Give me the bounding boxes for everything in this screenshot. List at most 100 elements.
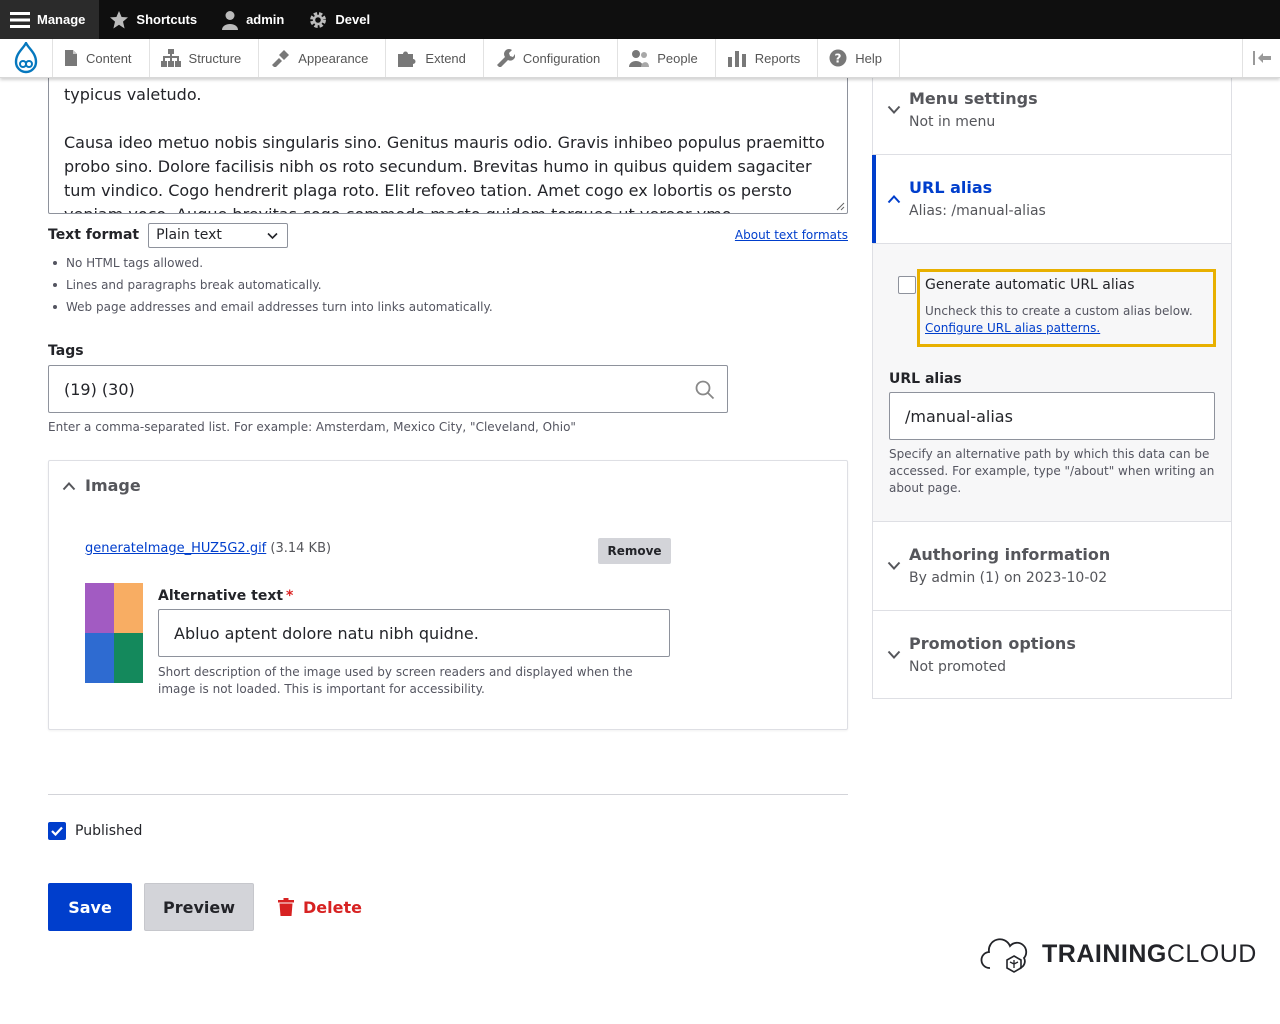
file-link[interactable]: generateImage_HUZ5G2.gif bbox=[85, 541, 266, 556]
url-alias-value: /manual-alias bbox=[905, 406, 1013, 426]
published-label: Published bbox=[75, 823, 143, 839]
save-button[interactable]: Save bbox=[48, 883, 132, 931]
tags-value: (19) (30) bbox=[64, 379, 135, 399]
training-cloud-logo: TRAININGCLOUD bbox=[980, 934, 1257, 974]
sitemap-icon bbox=[160, 49, 181, 67]
admin-menu-tray: Content Structure Appearance Extend Conf… bbox=[0, 39, 1280, 78]
body-line-1: typicus valetudo. bbox=[64, 85, 202, 104]
url-alias-section[interactable]: URL alias Alias: /manual-alias bbox=[872, 155, 1231, 244]
wrench-icon bbox=[496, 49, 515, 67]
document-icon bbox=[65, 50, 77, 66]
gear-icon bbox=[310, 11, 327, 28]
alt-text-value: Abluo aptent dolore natu nibh quidne. bbox=[174, 623, 479, 643]
tip-item: Web page addresses and email addresses t… bbox=[53, 300, 493, 322]
chevron-down-icon bbox=[887, 650, 901, 659]
chevron-down-icon bbox=[887, 561, 901, 570]
chevron-down-icon bbox=[267, 232, 278, 239]
image-summary-toggle[interactable]: Image bbox=[62, 476, 141, 495]
text-format-selected: Plain text bbox=[156, 227, 222, 243]
published-row: Published bbox=[48, 822, 142, 840]
thumb-cell bbox=[114, 583, 143, 633]
text-format-tips: No HTML tags allowed. Lines and paragrap… bbox=[53, 256, 493, 322]
generate-alias-label: Generate automatic URL alias bbox=[925, 277, 1135, 293]
chevron-down-icon bbox=[887, 105, 901, 114]
generate-alias-description: Uncheck this to create a custom alias be… bbox=[925, 304, 1193, 337]
resize-grip-icon[interactable] bbox=[835, 201, 845, 211]
text-format-select[interactable]: Plain text bbox=[148, 222, 289, 248]
menu-settings-title: Menu settings bbox=[909, 89, 1038, 108]
image-title: Image bbox=[85, 476, 141, 495]
remove-button[interactable]: Remove bbox=[598, 538, 671, 564]
help-icon: ? bbox=[829, 49, 847, 67]
delete-label: Delete bbox=[303, 897, 362, 917]
user-icon bbox=[222, 10, 239, 30]
file-size: (3.14 KB) bbox=[270, 541, 332, 556]
tray-orientation-toggle[interactable] bbox=[1242, 39, 1280, 77]
menu-item-configuration[interactable]: Configuration bbox=[484, 39, 619, 77]
star-icon bbox=[110, 10, 129, 28]
delete-button[interactable]: Delete bbox=[278, 883, 368, 931]
url-alias-field-description: Specify an alternative path by which thi… bbox=[889, 447, 1215, 495]
brand-name: TRAININGCLOUD bbox=[1042, 939, 1257, 968]
body-textarea[interactable]: typicus valetudo. Causa ideo metuo nobis… bbox=[48, 70, 848, 214]
menu-settings-summary: Not in menu bbox=[909, 114, 996, 130]
tags-label: Tags bbox=[48, 343, 84, 359]
collapse-left-icon bbox=[1252, 51, 1271, 65]
url-alias-field-label: URL alias bbox=[889, 371, 962, 387]
people-icon bbox=[629, 50, 650, 67]
bar-chart-icon bbox=[727, 51, 746, 67]
alt-text-description: Short description of the image used by s… bbox=[158, 665, 633, 696]
thumb-cell bbox=[85, 583, 114, 633]
promotion-title: Promotion options bbox=[909, 634, 1076, 653]
active-indicator bbox=[872, 155, 876, 243]
menu-item-content[interactable]: Content bbox=[53, 39, 150, 77]
promotion-section[interactable]: Promotion options Not promoted bbox=[873, 611, 1231, 699]
configure-patterns-link[interactable]: Configure URL alias patterns. bbox=[925, 320, 1193, 337]
tags-description: Enter a comma-separated list. For exampl… bbox=[48, 420, 576, 434]
text-format-label: Text format bbox=[48, 227, 140, 243]
thumb-cell bbox=[85, 633, 114, 683]
node-sidebar: Menu settings Not in menu URL alias Alia… bbox=[872, 70, 1232, 699]
menu-item-help[interactable]: ? Help bbox=[818, 39, 900, 77]
menu-item-appearance[interactable]: Appearance bbox=[259, 39, 387, 77]
menu-item-reports[interactable]: Reports bbox=[716, 39, 819, 77]
tip-item: No HTML tags allowed. bbox=[53, 256, 493, 278]
admin-toolbar: Manage Shortcuts admin Devel bbox=[0, 0, 1280, 39]
alt-text-label: Alternative text * bbox=[158, 588, 294, 604]
image-fieldset: Image generateImage_HUZ5G2.gif (3.14 KB)… bbox=[48, 460, 848, 730]
menu-item-extend[interactable]: Extend bbox=[386, 39, 484, 77]
manage-tab[interactable]: Manage bbox=[0, 0, 100, 39]
authoring-title: Authoring information bbox=[909, 545, 1111, 564]
paint-brush-icon bbox=[272, 50, 290, 67]
tip-item: Lines and paragraphs break automatically… bbox=[53, 278, 493, 300]
hamburger-icon bbox=[10, 11, 30, 28]
url-alias-input[interactable]: /manual-alias bbox=[889, 392, 1215, 440]
about-text-formats-link[interactable]: About text formats bbox=[735, 228, 848, 242]
url-alias-title: URL alias bbox=[909, 178, 993, 197]
devel-tab[interactable]: Devel bbox=[298, 0, 384, 39]
file-row: generateImage_HUZ5G2.gif (3.14 KB) bbox=[85, 541, 331, 556]
required-marker: * bbox=[286, 588, 294, 604]
url-alias-body: Generate automatic URL alias Uncheck thi… bbox=[873, 244, 1231, 522]
menu-settings-section[interactable]: Menu settings Not in menu bbox=[873, 70, 1231, 155]
text-format-row: Text format Plain text About text format… bbox=[48, 222, 848, 248]
url-alias-summary: Alias: /manual-alias bbox=[909, 203, 1046, 219]
body-paragraph-2: Causa ideo metuo nobis singularis sino. … bbox=[64, 133, 825, 213]
menu-item-structure[interactable]: Structure bbox=[150, 39, 260, 77]
menu-item-people[interactable]: People bbox=[618, 39, 716, 77]
published-checkbox[interactable] bbox=[48, 822, 66, 840]
svg-text:?: ? bbox=[835, 52, 842, 66]
generate-alias-checkbox[interactable] bbox=[898, 276, 916, 294]
tags-input[interactable]: (19) (30) bbox=[48, 365, 728, 413]
chevron-up-icon bbox=[62, 481, 76, 490]
alt-text-input[interactable]: Abluo aptent dolore natu nibh quidne. bbox=[158, 609, 670, 657]
drupal-logo[interactable] bbox=[0, 39, 53, 77]
shortcuts-tab[interactable]: Shortcuts bbox=[99, 0, 211, 39]
divider bbox=[48, 794, 848, 795]
promotion-summary: Not promoted bbox=[909, 659, 1007, 675]
preview-button[interactable]: Preview bbox=[144, 883, 254, 931]
authoring-section[interactable]: Authoring information By admin (1) on 20… bbox=[873, 522, 1231, 611]
user-tab[interactable]: admin bbox=[211, 0, 298, 39]
search-icon bbox=[695, 380, 715, 400]
cloud-logo-icon bbox=[980, 938, 1028, 973]
